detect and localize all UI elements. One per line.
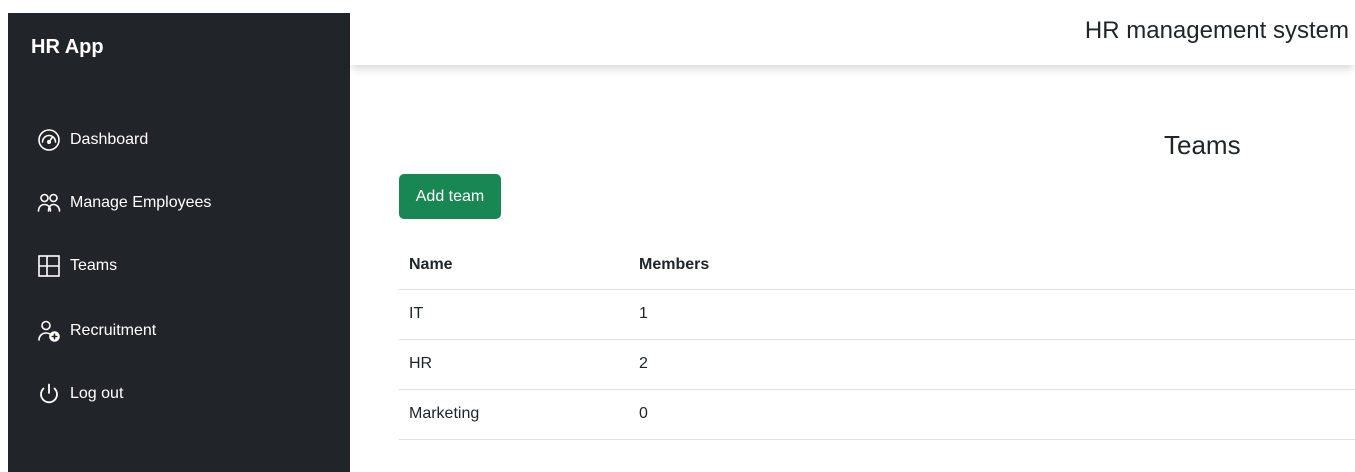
column-header-members: Members — [629, 241, 1355, 290]
people-icon — [36, 190, 62, 216]
table-row[interactable]: IT 1 — [399, 289, 1355, 340]
team-name-cell: Marketing — [399, 389, 629, 440]
add-team-button[interactable]: Add team — [399, 174, 501, 219]
sidebar-item-label: Dashboard — [70, 131, 149, 148]
brand-title[interactable]: HR App — [31, 36, 104, 59]
team-members-cell: 1 — [629, 289, 1355, 340]
teams-table: Name Members IT 1 HR 2 Marketing 0 — [399, 241, 1355, 440]
sidebar-item-teams[interactable]: Teams — [36, 250, 117, 282]
column-header-name: Name — [399, 241, 629, 290]
table-header-row: Name Members — [399, 241, 1355, 290]
team-name-cell: IT — [399, 289, 629, 340]
power-icon — [36, 381, 62, 407]
sidebar-item-recruitment[interactable]: Recruitment — [36, 315, 156, 347]
sidebar-item-dashboard[interactable]: Dashboard — [36, 124, 148, 156]
team-members-cell: 0 — [629, 389, 1355, 440]
top-header: HR management system — [350, 13, 1355, 65]
header-title: HR management system — [1084, 17, 1349, 44]
page-title: Teams — [1164, 130, 1241, 160]
table-row[interactable]: HR 2 — [399, 339, 1355, 390]
team-name-cell: HR — [399, 339, 629, 390]
sidebar-item-manage-employees[interactable]: Manage Employees — [36, 187, 211, 219]
sidebar-item-label: Manage Employees — [70, 194, 212, 211]
person-add-icon — [36, 318, 62, 344]
layout-icon — [36, 253, 62, 279]
sidebar: HR App Dashboard Manage Employees Teams … — [8, 13, 350, 472]
speedometer-icon — [36, 127, 62, 153]
team-members-cell: 2 — [629, 339, 1355, 390]
sidebar-item-label: Teams — [70, 257, 118, 274]
app-root: HR App Dashboard Manage Employees Teams … — [0, 0, 1355, 472]
sidebar-item-label: Log out — [70, 385, 124, 402]
table-row[interactable]: Marketing 0 — [399, 389, 1355, 440]
sidebar-item-label: Recruitment — [70, 322, 157, 339]
sidebar-item-logout[interactable]: Log out — [36, 378, 123, 410]
